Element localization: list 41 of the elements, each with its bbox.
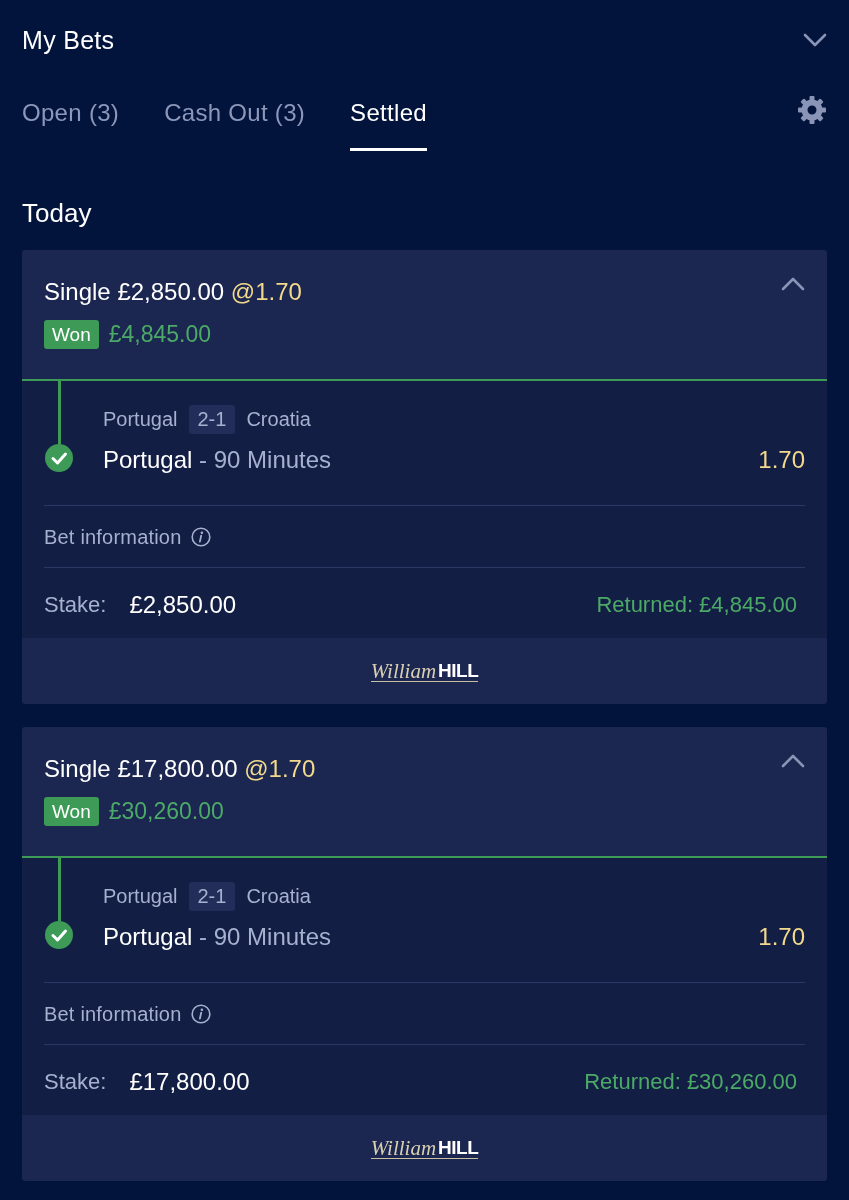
info-icon[interactable]	[190, 526, 211, 547]
score-badge: 2-1	[188, 882, 236, 911]
selection-odds: 1.70	[758, 445, 805, 475]
bet-information-label[interactable]: Bet information	[44, 523, 182, 550]
team-name: Portugal	[103, 407, 178, 432]
bet-card-header[interactable]: Single £2,850.00 @1.70 Won £4,845.00	[22, 250, 827, 381]
chevron-up-icon[interactable]	[781, 754, 805, 768]
timeline-line	[57, 858, 61, 921]
brand-logo: William HILL	[370, 1137, 479, 1159]
result-amount: £4,845.00	[108, 320, 212, 349]
settings-icon[interactable]	[797, 95, 827, 125]
selection-odds: 1.70	[758, 922, 805, 952]
selection-name: Portugal - 90 Minutes	[103, 922, 332, 952]
score-badge: 2-1	[188, 405, 236, 434]
stake-amount: £2,850.00	[129, 590, 237, 620]
team-name: Portugal	[103, 884, 178, 909]
info-icon[interactable]	[190, 1003, 211, 1024]
bet-title: Single £17,800.00 @1.70	[44, 754, 316, 784]
section-heading: Today	[22, 198, 93, 228]
tab[interactable]: Cash Out (3)	[164, 80, 306, 151]
stake-label: Stake:	[44, 591, 107, 619]
chevron-up-icon[interactable]	[781, 277, 805, 291]
result-badge: Won	[44, 797, 99, 826]
team-name: Croatia	[246, 407, 311, 432]
brand-logo: William HILL	[370, 660, 479, 682]
team-name: Croatia	[246, 884, 311, 909]
bet-information-label[interactable]: Bet information	[44, 1000, 182, 1027]
selection-name: Portugal - 90 Minutes	[103, 445, 332, 475]
chevron-down-icon[interactable]	[803, 33, 827, 47]
result-badge: Won	[44, 320, 99, 349]
stake-amount: £17,800.00	[129, 1067, 250, 1097]
bet-title: Single £2,850.00 @1.70	[44, 277, 302, 307]
returned-amount: Returned: £4,845.00	[596, 591, 797, 619]
stake-label: Stake:	[44, 1068, 107, 1096]
result-amount: £30,260.00	[108, 797, 224, 826]
tab[interactable]: Settled	[350, 80, 427, 151]
returned-amount: Returned: £30,260.00	[584, 1068, 797, 1096]
timeline-line	[57, 381, 61, 444]
tab[interactable]: Open (3)	[22, 80, 120, 151]
bet-card-header[interactable]: Single £17,800.00 @1.70 Won £30,260.00	[22, 727, 827, 858]
page-title: My Bets	[22, 25, 115, 55]
